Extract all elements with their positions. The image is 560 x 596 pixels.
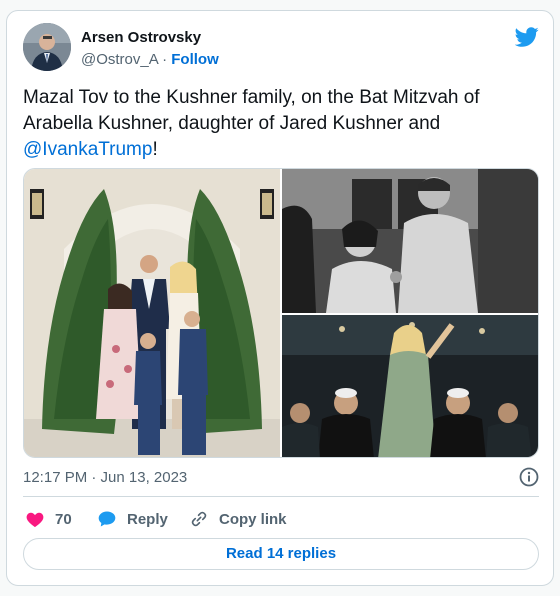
copy-link-label: Copy link [219,510,287,528]
author-handle[interactable]: @Ostrov_A [81,51,158,68]
reply-bubble-icon [98,511,116,527]
copy-link-button[interactable]: Copy link [189,507,287,531]
info-icon[interactable] [519,467,539,487]
tweet-header: Arsen Ostrovsky @Ostrov_A · Follow [23,23,539,71]
tweet-card: Arsen Ostrovsky @Ostrov_A · Follow Mazal… [6,10,554,586]
mention-link[interactable]: @IvankaTrump [23,139,152,160]
tweet-text-body: Mazal Tov to the Kushner family, on the … [23,87,480,134]
read-replies-button[interactable]: Read 14 replies [23,538,539,570]
separator-dot: · [162,51,168,68]
reply-button[interactable]: Reply [97,507,168,531]
timestamp[interactable]: 12:17 PM · Jun 13, 2023 [23,469,187,486]
author-handle-line: @Ostrov_A · Follow [81,51,219,68]
like-count: 70 [55,510,72,528]
action-bar: 70 Reply Copy link [23,507,539,531]
divider [23,496,539,497]
like-button[interactable]: 70 [25,507,72,531]
avatar[interactable] [23,23,71,71]
tweet-text: Mazal Tov to the Kushner family, on the … [23,85,539,163]
author-name[interactable]: Arsen Ostrovsky [81,29,201,46]
celebration-photo[interactable] [282,315,538,457]
reply-label: Reply [127,510,168,528]
twitter-bird-icon[interactable] [515,25,539,49]
tweet-text-end: ! [152,139,158,160]
timestamp-row: 12:17 PM · Jun 13, 2023 [23,467,539,489]
heart-icon [26,512,44,527]
link-icon [191,511,207,527]
dance-photo[interactable] [282,169,538,313]
family-portrait-photo[interactable] [24,169,280,457]
media-grid [23,168,539,458]
follow-button[interactable]: Follow [171,51,219,68]
